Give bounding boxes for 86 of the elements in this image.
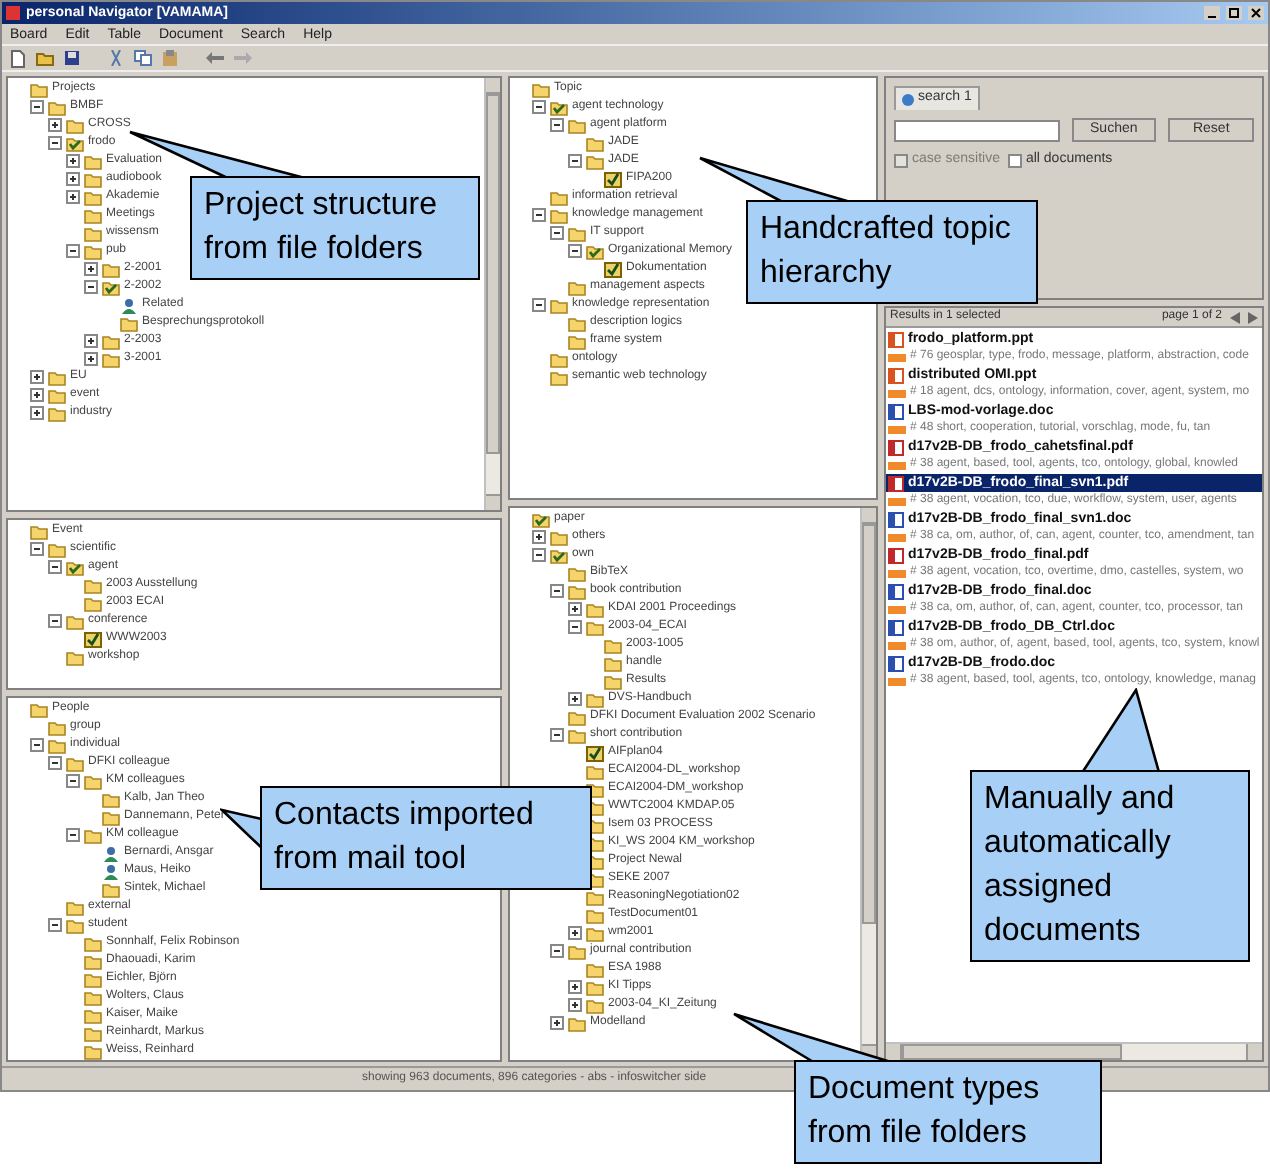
- collapse-icon[interactable]: [532, 208, 546, 222]
- expand-icon[interactable]: [568, 926, 582, 940]
- scrollbar[interactable]: [860, 508, 876, 1060]
- collapse-icon[interactable]: [30, 100, 44, 114]
- horizontal-scrollbar[interactable]: [886, 1042, 1262, 1060]
- scrollbar[interactable]: [484, 78, 500, 510]
- back-icon[interactable]: [206, 52, 224, 64]
- collapse-icon[interactable]: [550, 226, 564, 240]
- relevance-bar-icon: [888, 389, 906, 397]
- folder-icon: [550, 529, 568, 545]
- contact-icon: [120, 297, 138, 313]
- relevance-bar-icon: [888, 425, 906, 433]
- new-file-icon[interactable]: [10, 49, 26, 67]
- collapse-icon[interactable]: [30, 738, 44, 752]
- collapse-icon[interactable]: [30, 542, 44, 556]
- callout: Manually and automatically assigned documents: [970, 770, 1250, 962]
- expand-icon[interactable]: [568, 602, 582, 616]
- copy-icon[interactable]: [134, 50, 152, 66]
- app-icon: [6, 6, 20, 20]
- collapse-icon[interactable]: [532, 548, 546, 562]
- collapse-icon[interactable]: [48, 136, 62, 150]
- expand-icon[interactable]: [84, 352, 98, 366]
- marked-folder-icon: [532, 511, 550, 527]
- expand-icon[interactable]: [66, 190, 80, 204]
- collapse-icon[interactable]: [48, 756, 62, 770]
- collapse-icon[interactable]: [550, 944, 564, 958]
- callout: Contacts imported from mail tool: [260, 786, 592, 890]
- collapse-icon[interactable]: [84, 280, 98, 294]
- expand-icon[interactable]: [30, 388, 44, 402]
- globe-icon: [902, 93, 914, 105]
- checked-item-icon: [604, 261, 622, 277]
- close-icon[interactable]: [1248, 6, 1264, 20]
- expand-icon[interactable]: [568, 980, 582, 994]
- relevance-bar-icon: [888, 533, 906, 541]
- maximize-icon[interactable]: [1226, 6, 1242, 20]
- collapse-icon[interactable]: [532, 298, 546, 312]
- save-icon[interactable]: [64, 50, 80, 66]
- open-folder-icon[interactable]: [36, 50, 54, 66]
- expand-icon[interactable]: [532, 530, 546, 544]
- expand-icon[interactable]: [66, 154, 80, 168]
- expand-icon[interactable]: [84, 334, 98, 348]
- folder-icon: [532, 81, 550, 97]
- checked-item-icon: [84, 631, 102, 647]
- collapse-icon[interactable]: [66, 828, 80, 842]
- relevance-bar-icon: [888, 461, 906, 469]
- checked-item-icon: [604, 171, 622, 187]
- collapse-icon[interactable]: [66, 244, 80, 258]
- collapse-icon[interactable]: [568, 154, 582, 168]
- expand-icon[interactable]: [30, 370, 44, 384]
- checked-item-icon: [586, 745, 604, 761]
- expand-icon[interactable]: [568, 692, 582, 706]
- folder-icon: [66, 649, 84, 665]
- minimize-icon[interactable]: [1204, 6, 1220, 20]
- marked-folder-icon: [550, 547, 568, 563]
- relevance-bar-icon: [888, 641, 906, 649]
- cut-icon[interactable]: [108, 50, 124, 66]
- collapse-icon[interactable]: [550, 118, 564, 132]
- marked-folder-icon: [66, 135, 84, 151]
- expand-icon[interactable]: [30, 406, 44, 420]
- collapse-icon[interactable]: [66, 774, 80, 788]
- marked-folder-icon: [102, 279, 120, 295]
- relevance-bar-icon: [888, 497, 906, 505]
- previous-page-icon[interactable]: [1230, 311, 1240, 323]
- next-page-icon[interactable]: [1248, 311, 1258, 323]
- relevance-bar-icon: [888, 605, 906, 613]
- collapse-icon[interactable]: [48, 918, 62, 932]
- marked-folder-icon: [66, 559, 84, 575]
- expand-icon[interactable]: [568, 998, 582, 1012]
- collapse-icon[interactable]: [550, 728, 564, 742]
- checkbox[interactable]: [1007, 153, 1022, 168]
- marked-folder-icon: [550, 99, 568, 115]
- relevance-bar-icon: [888, 677, 906, 685]
- collapse-icon[interactable]: [532, 100, 546, 114]
- collapse-icon[interactable]: [550, 584, 564, 598]
- collapse-icon[interactable]: [568, 244, 582, 258]
- expand-icon[interactable]: [550, 1016, 564, 1030]
- collapse-icon[interactable]: [48, 560, 62, 574]
- expand-icon[interactable]: [84, 262, 98, 276]
- expand-icon[interactable]: [48, 118, 62, 132]
- collapse-icon[interactable]: [48, 614, 62, 628]
- relevance-bar-icon: [888, 569, 906, 577]
- collapse-icon[interactable]: [568, 620, 582, 634]
- relevance-bar-icon: [888, 353, 906, 361]
- search-field[interactable]: [894, 119, 1060, 141]
- expand-icon[interactable]: [66, 172, 80, 186]
- marked-folder-icon: [586, 243, 604, 259]
